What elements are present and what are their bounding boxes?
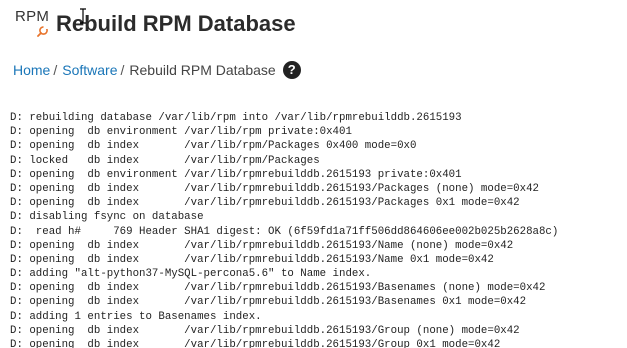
output-line: D: opening db index /var/lib/rpmrebuildd… [10, 296, 527, 309]
text-cursor-icon [80, 8, 86, 24]
output-line: D: opening db index /var/lib/rpmrebuildd… [10, 282, 546, 295]
wrench-icon [37, 26, 48, 37]
command-output: D: rebuilding database /var/lib/rpm into… [10, 111, 627, 348]
breadcrumb-current-page: Rebuild RPM Database [129, 62, 276, 78]
output-line: D: adding 1 entries to Basenames index. [10, 310, 262, 323]
output-line: D: disabling fsync on database [10, 211, 204, 224]
rpm-wrench-icon: RPM [14, 6, 50, 40]
breadcrumb-separator: / [53, 62, 58, 78]
breadcrumb-software-link[interactable]: Software [62, 62, 117, 78]
output-line: D: opening db index /var/lib/rpm/Package… [10, 140, 417, 153]
rpm-icon-text: RPM [15, 8, 50, 25]
page-title: Rebuild RPM Database [56, 11, 296, 36]
output-line: D: opening db environment /var/lib/rpm p… [10, 126, 352, 139]
output-line: D: opening db index /var/lib/rpmrebuildd… [10, 253, 494, 266]
output-line: D: rebuilding database /var/lib/rpm into… [10, 112, 462, 124]
output-line: D: adding "alt-python37-MySQL-percona5.6… [10, 268, 372, 281]
output-line: D: read h# 769 Header SHA1 digest: OK (6… [10, 225, 559, 238]
breadcrumb-separator: / [120, 62, 125, 78]
breadcrumb: Home / Software / Rebuild RPM Database ? [13, 59, 301, 81]
output-line: D: opening db index /var/lib/rpmrebuildd… [10, 197, 520, 210]
help-icon[interactable]: ? [282, 61, 301, 79]
output-line: D: opening db index /var/lib/rpmrebuildd… [10, 239, 514, 252]
page-header: RPM Rebuild RPM Database [14, 6, 296, 40]
output-line: D: opening db environment /var/lib/rpmre… [10, 168, 462, 181]
output-line: D: opening db index /var/lib/rpmrebuildd… [10, 339, 501, 348]
breadcrumb-home-link[interactable]: Home [13, 62, 50, 78]
output-line: D: locked db index /var/lib/rpm/Packages [10, 154, 320, 167]
output-line: D: opening db index /var/lib/rpmrebuildd… [10, 182, 539, 195]
output-line: D: opening db index /var/lib/rpmrebuildd… [10, 324, 520, 337]
